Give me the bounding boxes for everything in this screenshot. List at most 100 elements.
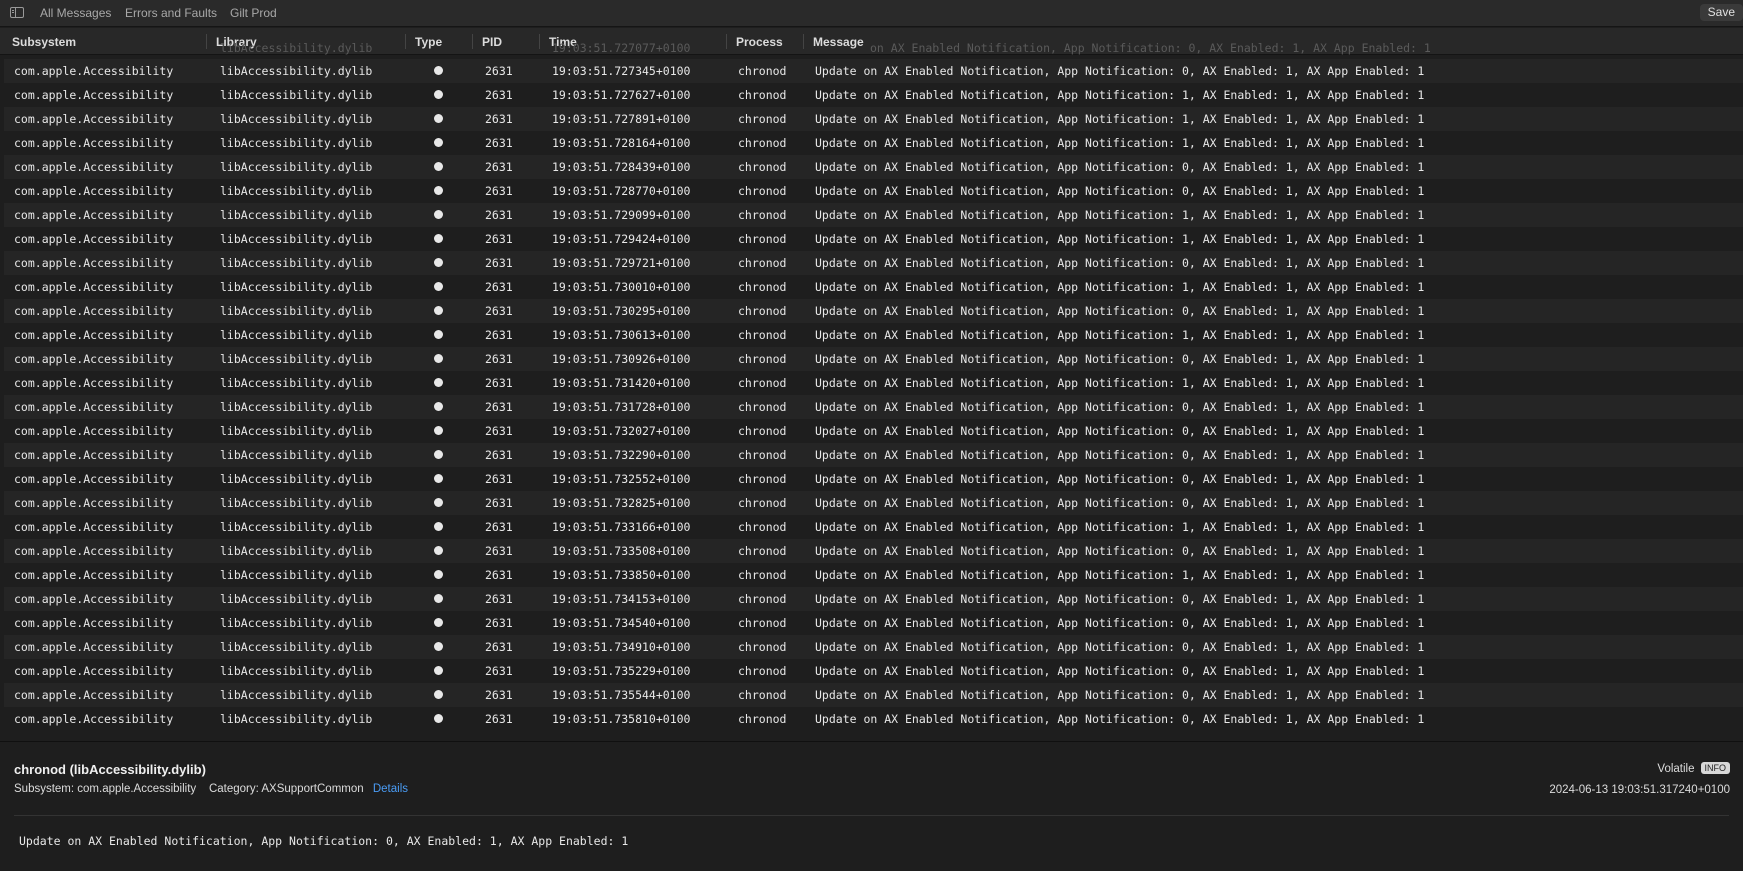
table-row[interactable]: com.apple.Accessibility libAccessibility.…: [4, 635, 1743, 659]
table-row[interactable]: com.apple.Accessibility libAccessibility.…: [4, 179, 1743, 203]
table-row[interactable]: com.apple.Accessibility libAccessibility.…: [4, 251, 1743, 275]
info-type-icon: [434, 450, 443, 459]
table-row[interactable]: com.apple.Accessibility libAccessibility.…: [4, 131, 1743, 155]
cell-time: 19:03:51.734540+0100: [552, 616, 691, 630]
cell-pid: 2631: [485, 232, 513, 246]
info-type-icon: [434, 546, 443, 555]
cell-message: Update on AX Enabled Notification, App N…: [815, 256, 1425, 270]
cell-pid: 2631: [485, 520, 513, 534]
table-row[interactable]: com.apple.Accessibility libAccessibility.…: [4, 563, 1743, 587]
table-row[interactable]: com.apple.Accessibility libAccessibility.…: [4, 371, 1743, 395]
table-row[interactable]: com.apple.Accessibility libAccessibility.…: [4, 275, 1743, 299]
tab-all-messages[interactable]: All Messages: [40, 6, 111, 20]
info-type-icon: [434, 138, 443, 147]
cell-message: Update on AX Enabled Notification, App N…: [815, 328, 1425, 342]
info-type-icon: [434, 402, 443, 411]
cell-library: libAccessibility.dylib: [220, 568, 373, 582]
table-row[interactable]: com.apple.Accessibility libAccessibility.…: [4, 539, 1743, 563]
cell-pid: 2631: [485, 472, 513, 486]
cell-time: 19:03:51.727891+0100: [552, 112, 691, 126]
cell-time: 19:03:51.735229+0100: [552, 664, 691, 678]
cell-process: chronod: [738, 616, 787, 630]
cell-message: Update on AX Enabled Notification, App N…: [815, 112, 1425, 126]
table-row[interactable]: com.apple.Accessibility libAccessibility.…: [4, 611, 1743, 635]
info-type-icon: [434, 66, 443, 75]
table-row[interactable]: com.apple.Accessibility libAccessibility.…: [4, 347, 1743, 371]
cell-pid: 2631: [485, 400, 513, 414]
cell-time: 19:03:51.727627+0100: [552, 88, 691, 102]
table-row[interactable]: com.apple.Accessibility libAccessibility.…: [4, 107, 1743, 131]
cell-message: Update on AX Enabled Notification, App N…: [815, 712, 1425, 726]
tab-gilt-prod[interactable]: Gilt Prod: [230, 6, 277, 20]
cell-process: chronod: [738, 280, 787, 294]
cell-message: Update on AX Enabled Notification, App N…: [815, 64, 1425, 78]
cell-pid: 2631: [485, 376, 513, 390]
table-row[interactable]: com.apple.Accessibility libAccessibility.…: [4, 419, 1743, 443]
cell-subsystem: com.apple.Accessibility: [14, 400, 174, 414]
cell-time: 19:03:51.728770+0100: [552, 184, 691, 198]
cell-process: chronod: [738, 592, 787, 606]
cell-library: libAccessibility.dylib: [220, 232, 373, 246]
cell-library: libAccessibility.dylib: [220, 304, 373, 318]
table-row[interactable]: com.apple.Accessibility libAccessibility.…: [4, 323, 1743, 347]
cell-subsystem: com.apple.Accessibility: [14, 472, 174, 486]
cell-process: chronod: [738, 304, 787, 318]
cell-time: 19:03:51.730613+0100: [552, 328, 691, 342]
cell-pid: 2631: [485, 208, 513, 222]
ghost-message: on AX Enabled Notification, App Notifica…: [870, 41, 1431, 55]
cell-time: 19:03:51.734910+0100: [552, 640, 691, 654]
cell-message: Update on AX Enabled Notification, App N…: [815, 208, 1425, 222]
table-row[interactable]: com.apple.Accessibility libAccessibility.…: [4, 59, 1743, 83]
table-row[interactable]: com.apple.Accessibility libAccessibility.…: [4, 395, 1743, 419]
table-row[interactable]: com.apple.Accessibility libAccessibility.…: [4, 587, 1743, 611]
detail-pane: chronod (libAccessibility.dylib) Subsyst…: [0, 742, 1743, 871]
cell-message: Update on AX Enabled Notification, App N…: [815, 376, 1425, 390]
cell-subsystem: com.apple.Accessibility: [14, 568, 174, 582]
cell-message: Update on AX Enabled Notification, App N…: [815, 352, 1425, 366]
ghost-time: 19:03:51.727077+0100: [552, 41, 691, 55]
save-button[interactable]: Save: [1699, 4, 1743, 21]
cell-library: libAccessibility.dylib: [220, 664, 373, 678]
cell-time: 19:03:51.728164+0100: [552, 136, 691, 150]
cell-process: chronod: [738, 712, 787, 726]
table-row[interactable]: com.apple.Accessibility libAccessibility.…: [4, 443, 1743, 467]
cell-time: 19:03:51.729099+0100: [552, 208, 691, 222]
table-row[interactable]: com.apple.Accessibility libAccessibility.…: [4, 491, 1743, 515]
table-row[interactable]: com.apple.Accessibility libAccessibility.…: [4, 203, 1743, 227]
cell-pid: 2631: [485, 544, 513, 558]
cell-subsystem: com.apple.Accessibility: [14, 112, 174, 126]
details-link[interactable]: Details: [373, 783, 408, 795]
info-type-icon: [434, 234, 443, 243]
cell-pid: 2631: [485, 592, 513, 606]
cell-subsystem: com.apple.Accessibility: [14, 376, 174, 390]
cell-subsystem: com.apple.Accessibility: [14, 496, 174, 510]
cell-library: libAccessibility.dylib: [220, 592, 373, 606]
cell-pid: 2631: [485, 160, 513, 174]
cell-message: Update on AX Enabled Notification, App N…: [815, 688, 1425, 702]
info-type-icon: [434, 474, 443, 483]
cell-process: chronod: [738, 400, 787, 414]
table-row[interactable]: com.apple.Accessibility libAccessibility.…: [4, 659, 1743, 683]
cell-process: chronod: [738, 520, 787, 534]
table-row[interactable]: com.apple.Accessibility libAccessibility.…: [4, 467, 1743, 491]
table-row[interactable]: com.apple.Accessibility libAccessibility.…: [4, 515, 1743, 539]
cell-subsystem: com.apple.Accessibility: [14, 136, 174, 150]
table-row[interactable]: com.apple.Accessibility libAccessibility.…: [4, 299, 1743, 323]
cell-subsystem: com.apple.Accessibility: [14, 208, 174, 222]
cell-subsystem: com.apple.Accessibility: [14, 280, 174, 294]
tab-errors-and-faults[interactable]: Errors and Faults: [125, 6, 217, 20]
table-row[interactable]: com.apple.Accessibility libAccessibility.…: [4, 227, 1743, 251]
cell-process: chronod: [738, 376, 787, 390]
cell-library: libAccessibility.dylib: [220, 256, 373, 270]
table-row[interactable]: com.apple.Accessibility libAccessibility.…: [4, 683, 1743, 707]
toolbar: All Messages Errors and Faults Gilt Prod…: [0, 0, 1743, 27]
table-row[interactable]: com.apple.Accessibility libAccessibility.…: [4, 155, 1743, 179]
cell-pid: 2631: [485, 640, 513, 654]
cell-pid: 2631: [485, 616, 513, 630]
info-type-icon: [434, 594, 443, 603]
info-type-icon: [434, 306, 443, 315]
sidebar-toggle-icon[interactable]: [10, 7, 24, 18]
table-row[interactable]: com.apple.Accessibility libAccessibility.…: [4, 707, 1743, 731]
table-row[interactable]: com.apple.Accessibility libAccessibility.…: [4, 83, 1743, 107]
cell-pid: 2631: [485, 448, 513, 462]
